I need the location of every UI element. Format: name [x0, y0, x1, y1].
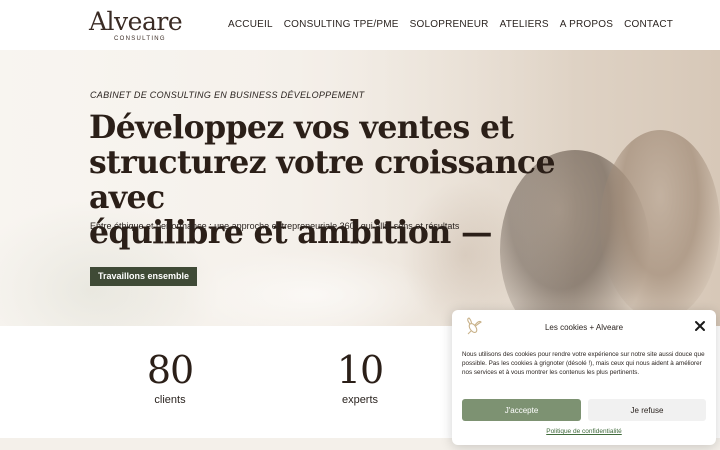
site-logo[interactable]: Alveare CONSULTING: [89, 7, 199, 45]
stat-label: clients: [154, 394, 186, 406]
refuse-cookies-button[interactable]: Je refuse: [588, 399, 706, 421]
cta-button[interactable]: Travaillons ensemble: [90, 267, 198, 286]
headline-line-2: structurez votre croissance avec: [89, 144, 556, 216]
privacy-policy-link[interactable]: Politique de confidentialité: [452, 428, 716, 435]
stat-label: experts: [341, 394, 379, 406]
stat-clients: 80 clients: [120, 348, 220, 406]
stat-value: 80: [146, 348, 194, 392]
accept-cookies-button[interactable]: J'accepte: [462, 399, 581, 421]
headline-line-3: équilibre et ambition —: [89, 214, 492, 251]
main-nav: ACCUEIL CONSULTING TPE/PME SOLOPRENEUR A…: [228, 19, 673, 30]
hero-subline: Entre éthique et performance : une appro…: [90, 221, 460, 231]
nav-item-consulting[interactable]: CONSULTING TPE/PME: [284, 19, 399, 30]
site-header: Alveare CONSULTING ACCUEIL CONSULTING TP…: [0, 0, 720, 50]
headline-line-1: Développez vos ventes et: [89, 109, 514, 146]
hero-eyebrow: CABINET DE CONSULTING EN BUSINESS DÉVELO…: [90, 90, 365, 100]
cookie-text: Nous utilisons des cookies pour rendre v…: [462, 351, 705, 376]
stat-value: 10: [336, 348, 384, 392]
nav-item-contact[interactable]: CONTACT: [624, 19, 673, 30]
logo-subtitle: CONSULTING: [114, 36, 166, 42]
nav-item-a-propos[interactable]: A PROPOS: [560, 19, 613, 30]
nav-item-solopreneur[interactable]: SOLOPRENEUR: [410, 19, 489, 30]
cookie-consent-modal: Les cookies + Alveare Nous utilisons des…: [452, 310, 716, 445]
stat-experts: 10 experts: [310, 348, 410, 406]
close-icon[interactable]: [694, 320, 706, 332]
cookie-title: Les cookies + Alveare: [544, 323, 624, 332]
nav-item-ateliers[interactable]: ATELIERS: [500, 19, 549, 30]
logo-wordmark: Alveare: [89, 7, 183, 36]
nav-item-accueil[interactable]: ACCUEIL: [228, 19, 273, 30]
hero-section: CABINET DE CONSULTING EN BUSINESS DÉVELO…: [0, 50, 720, 326]
